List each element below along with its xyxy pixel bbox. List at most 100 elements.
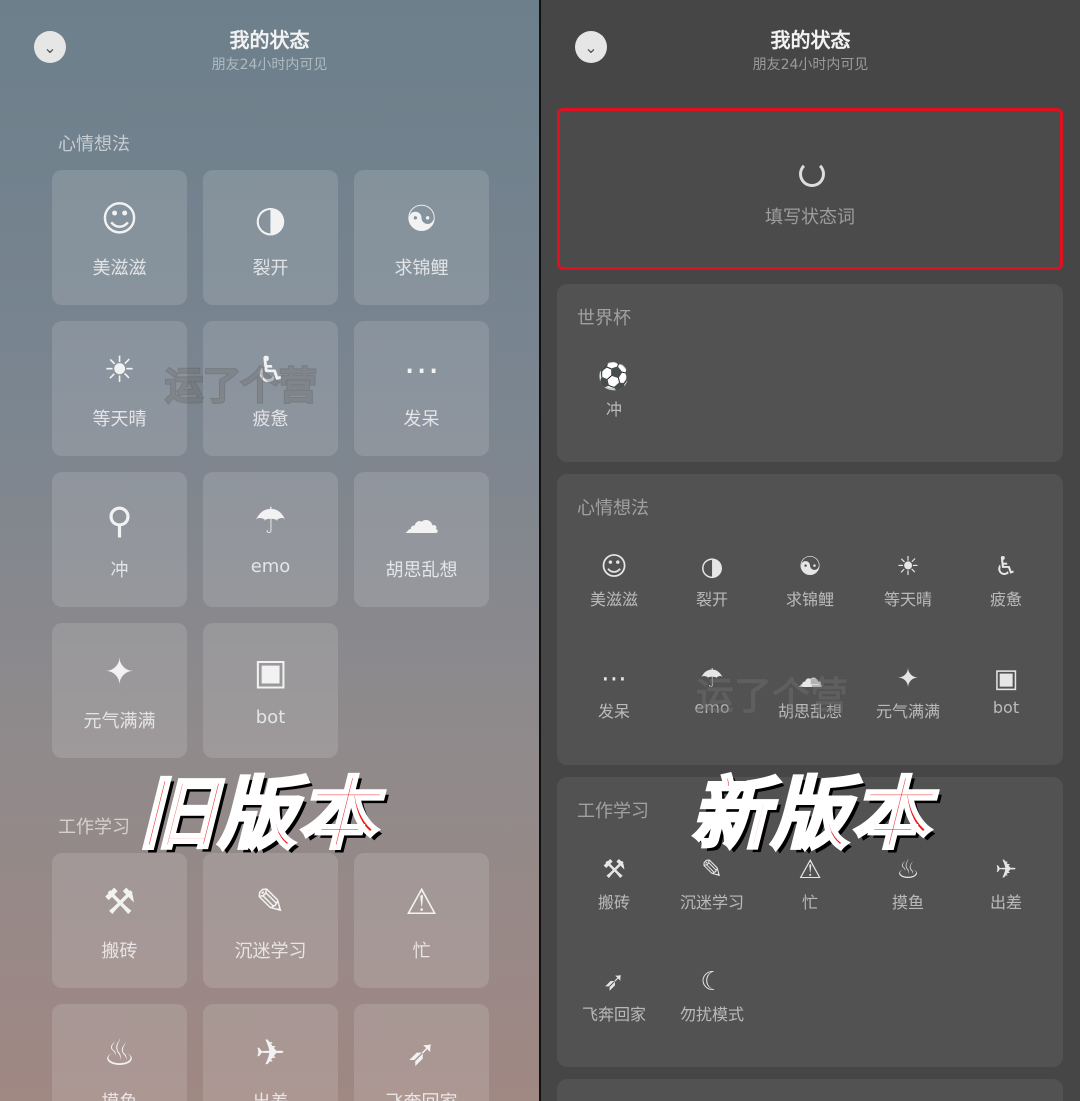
tired-person-icon: ♿ [994,552,1018,582]
status-label: 出差 [989,893,1022,912]
status-tile[interactable]: ➶ 飞奔回家 [354,1004,489,1101]
status-label: 搬砖 [597,893,630,912]
status-item[interactable]: ⚽ 冲 [569,362,659,420]
status-item[interactable]: ◑ 裂开 [667,552,757,610]
status-label: 元气满满 [83,711,156,732]
moon-icon: ☾ [700,967,724,997]
status-tile[interactable]: ⚠ 忙 [354,853,489,988]
sun-icon: ☀ [896,552,920,582]
status-item[interactable]: ⋯ 发呆 [569,664,659,722]
status-label: 裂开 [252,258,289,279]
new-version-panel: ⌄ 我的状态 朋友24小时内可见 填写状态词 世界杯 ⚽ 冲 心情想法 ☺ 美滋滋 ◑ 裂开… [541,0,1080,1101]
status-item[interactable]: ☾ 勿扰模式 [667,967,757,1025]
status-item[interactable]: ⚒ 搬砖 [569,855,659,913]
status-word-placeholder: 填写状态词 [765,207,855,228]
status-tile[interactable]: ☁ 胡思乱想 [354,472,489,607]
status-tile[interactable]: ♨ 摸鱼 [52,1004,187,1101]
status-label: 忙 [412,941,431,962]
brick-moving-icon: ⚒ [602,855,626,885]
page-title: 我的状态 [770,28,851,52]
status-item[interactable]: ➶ 飞奔回家 [569,967,659,1025]
section-label: 心情想法 [577,498,649,519]
old-version-panel: ⌄ 我的状态 朋友24小时内可见 心情想法 工作学习 ☺ 美滋滋 ◑ 裂开 ☯ 求锦鲤 ☀ 等… [0,0,539,1101]
page-subtitle: 朋友24小时内可见 [211,57,328,73]
watermark: 运了个营 [164,363,318,409]
section-card-worldcup: 世界杯 ⚽ 冲 [557,284,1063,462]
daze-person-icon: ⋯ [601,664,627,694]
status-label: 美滋滋 [92,258,147,279]
status-label: 摸鱼 [891,893,924,912]
status-label: 求锦鲤 [785,590,834,609]
status-tile[interactable]: ◑ 裂开 [203,170,338,305]
koi-icon: ☯ [405,199,438,240]
busy-person-icon: ⚠ [405,882,438,923]
robot-icon: ▣ [253,652,288,693]
status-label: 美滋滋 [589,590,638,609]
status-label: 摸鱼 [52,1088,187,1101]
status-item[interactable]: ✈ 出差 [961,855,1051,913]
running-home-icon: ➶ [406,1033,437,1074]
running-home-icon: ➶ [603,967,625,997]
status-label: 疲惫 [989,590,1022,609]
status-tile[interactable]: ⚲ 冲 [52,472,187,607]
status-label: 沉迷学习 [234,941,307,962]
studying-icon: ✎ [255,882,286,923]
airplane-icon: ✈ [255,1033,286,1074]
status-item[interactable]: ☺ 美滋滋 [569,552,659,610]
status-label: 冲 [605,400,622,419]
smile-icon: ☺ [600,552,628,582]
status-label: 出差 [203,1088,338,1101]
status-label: 搬砖 [101,941,138,962]
status-item[interactable]: ☀ 等天晴 [863,552,953,610]
watermark: 运了个营 [695,673,849,719]
daze-person-icon: ⋯ [403,350,440,391]
status-tile[interactable]: ✈ 出差 [203,1004,338,1101]
status-tile[interactable]: ⚒ 搬砖 [52,853,187,988]
cracked-face-icon: ◑ [700,552,724,582]
status-label: 忙 [801,893,818,912]
robot-icon: ▣ [993,664,1019,694]
status-label: 沉迷学习 [679,893,744,912]
page-subtitle: 朋友24小时内可见 [752,57,869,73]
status-label: 求锦鲤 [394,258,449,279]
status-label: bot [992,698,1020,717]
status-label: emo [250,556,291,577]
soccer-ball-icon: ⚽ [597,362,631,392]
status-word-input[interactable]: 填写状态词 [557,108,1063,270]
status-tile[interactable]: ☯ 求锦鲤 [354,170,489,305]
status-item[interactable]: ☯ 求锦鲤 [765,552,855,610]
status-label: 飞奔回家 [581,1005,646,1024]
status-tile[interactable]: ⋯ 发呆 [354,321,489,456]
page-title: 我的状态 [229,28,310,52]
status-tile[interactable]: ☂ emo [203,472,338,607]
new-version-stamp: 新版本 [689,769,932,862]
energetic-person-icon: ✦ [897,664,919,694]
thought-cloud-icon: ☁ [403,501,440,542]
status-tile[interactable]: ✦ 元气满满 [52,623,187,758]
loading-spinner-icon [799,161,825,187]
section-label-mood: 心情想法 [58,134,130,155]
charge-person-icon: ⚲ [106,501,133,542]
status-label: 飞奔回家 [354,1088,489,1101]
old-version-stamp: 旧版本 [136,769,379,862]
section-card-mood: 心情想法 ☺ 美滋滋 ◑ 裂开 ☯ 求锦鲤 ☀ 等天晴 ♿ 疲惫 ⋯ 发呆 ☂ emo ☁ 胡思乱想 ✦ 元气满满 ▣… [557,474,1063,765]
energetic-person-icon: ✦ [104,652,135,693]
section-label-work: 工作学习 [58,817,130,838]
status-label: 冲 [110,560,129,581]
emo-person-icon: ☂ [254,501,287,542]
status-item[interactable]: ♿ 疲惫 [961,552,1051,610]
section-label: 工作学习 [577,801,649,822]
brick-moving-icon: ⚒ [103,882,136,923]
status-label: 发呆 [403,409,440,430]
status-tile[interactable]: ✎ 沉迷学习 [203,853,338,988]
status-label: 发呆 [597,702,630,721]
status-label: 元气满满 [875,702,940,721]
status-tile[interactable]: ▣ bot [203,623,338,758]
status-label: 勿扰模式 [679,1005,744,1024]
slacking-icon: ♨ [103,1033,136,1074]
status-tile[interactable]: ☺ 美滋滋 [52,170,187,305]
status-label: 胡思乱想 [385,560,458,581]
status-label: 裂开 [695,590,728,609]
status-item[interactable]: ✦ 元气满满 [863,664,953,722]
status-item[interactable]: ▣ bot [961,664,1051,717]
